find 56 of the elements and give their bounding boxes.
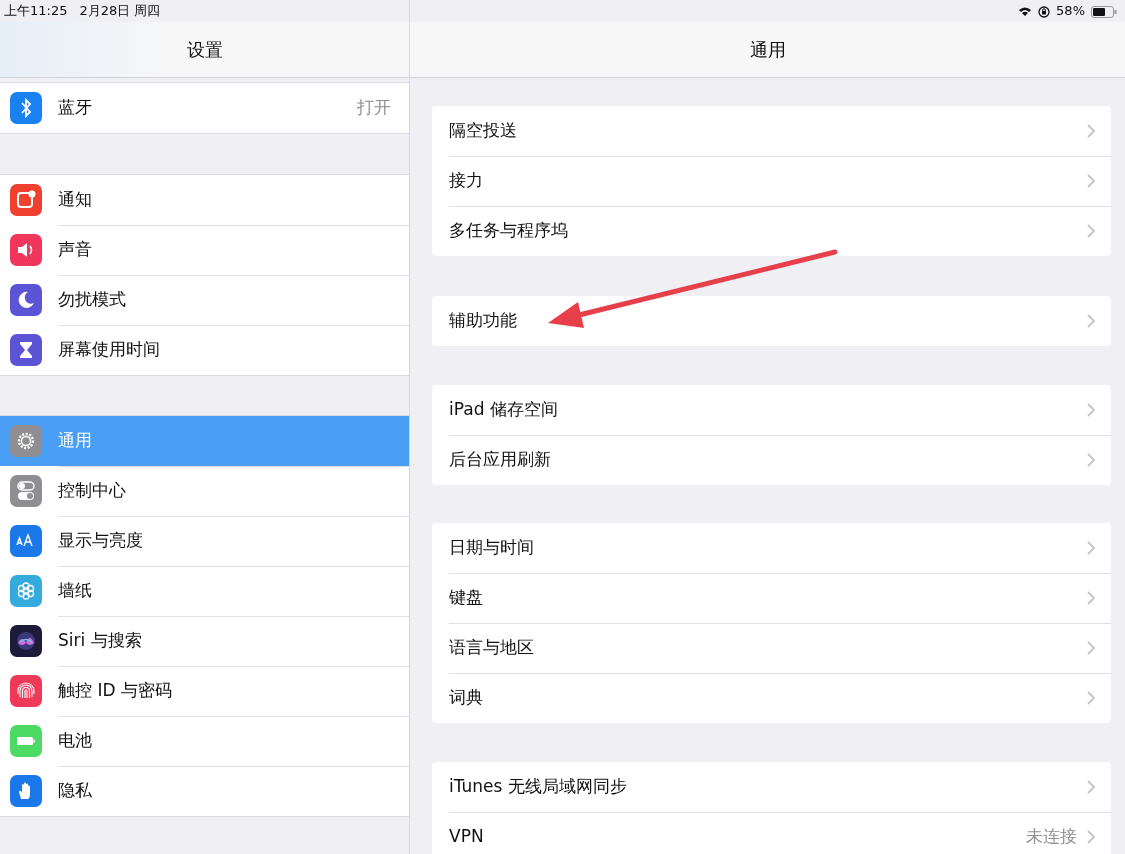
item-label: 通用 (58, 429, 92, 453)
status-date: 2月28日 周四 (79, 2, 161, 21)
row-label: 接力 (449, 169, 483, 193)
item-label: 声音 (58, 238, 92, 262)
settings-row[interactable]: 键盘 (432, 573, 1111, 623)
row-label: 后台应用刷新 (449, 448, 551, 472)
settings-item[interactable]: 墙纸 (0, 566, 409, 616)
row-label: 多任务与程序坞 (449, 219, 568, 243)
item-label: 屏幕使用时间 (58, 338, 160, 362)
item-label: 通知 (58, 188, 92, 212)
settings-item[interactable]: 显示与亮度 (0, 516, 409, 566)
settings-row[interactable]: iTunes 无线局域网同步 (432, 762, 1111, 812)
item-label: 显示与亮度 (58, 529, 143, 553)
item-label: Siri 与搜索 (58, 629, 142, 653)
row-label: iPad 储存空间 (449, 398, 558, 422)
settings-item[interactable]: 声音 (0, 225, 409, 275)
row-label: iTunes 无线局域网同步 (449, 775, 627, 799)
settings-item[interactable]: 控制中心 (0, 466, 409, 516)
item-label: 蓝牙 (58, 96, 92, 120)
nav-title: 设置 (186, 38, 223, 62)
item-label: 控制中心 (58, 479, 126, 503)
settings-row[interactable]: 日期与时间 (432, 523, 1111, 573)
row-label: 隔空投送 (449, 119, 517, 143)
item-label: 电池 (58, 729, 92, 753)
row-label: 辅助功能 (449, 309, 517, 333)
settings-row[interactable]: 多任务与程序坞 (432, 206, 1111, 256)
settings-row[interactable]: 语言与地区 (432, 623, 1111, 673)
battery-percent: 58% (1056, 2, 1085, 21)
settings-item[interactable]: 通知 (0, 175, 409, 225)
status-time: 上午11:25 (4, 2, 68, 21)
settings-item[interactable]: 隐私 (0, 766, 409, 816)
settings-row[interactable]: 辅助功能 (432, 296, 1111, 346)
item-value: 打开 (357, 96, 391, 120)
settings-item[interactable]: 电池 (0, 716, 409, 766)
settings-item[interactable]: Siri 与搜索 (0, 616, 409, 666)
row-label: 词典 (449, 686, 483, 710)
settings-row[interactable]: iPad 储存空间 (432, 385, 1111, 435)
nav-title: 通用 (749, 38, 786, 62)
item-label: 勿扰模式 (58, 288, 126, 312)
row-label: VPN (449, 825, 484, 849)
settings-row[interactable]: VPN 未连接 (432, 812, 1111, 854)
settings-row[interactable]: 隔空投送 (432, 106, 1111, 156)
row-value: 未连接 (1026, 825, 1077, 849)
settings-item[interactable]: 触控 ID 与密码 (0, 666, 409, 716)
settings-row[interactable]: 后台应用刷新 (432, 435, 1111, 485)
settings-item[interactable]: 屏幕使用时间 (0, 325, 409, 375)
settings-row[interactable]: 词典 (432, 673, 1111, 723)
item-label: 墙纸 (58, 579, 92, 603)
settings-item[interactable]: 勿扰模式 (0, 275, 409, 325)
row-label: 日期与时间 (449, 536, 534, 560)
item-label: 隐私 (58, 779, 92, 803)
row-label: 语言与地区 (449, 636, 534, 660)
item-label: 触控 ID 与密码 (58, 679, 172, 703)
settings-row[interactable]: 接力 (432, 156, 1111, 206)
row-label: 键盘 (449, 586, 483, 610)
settings-item[interactable]: 蓝牙 打开 (0, 83, 409, 133)
